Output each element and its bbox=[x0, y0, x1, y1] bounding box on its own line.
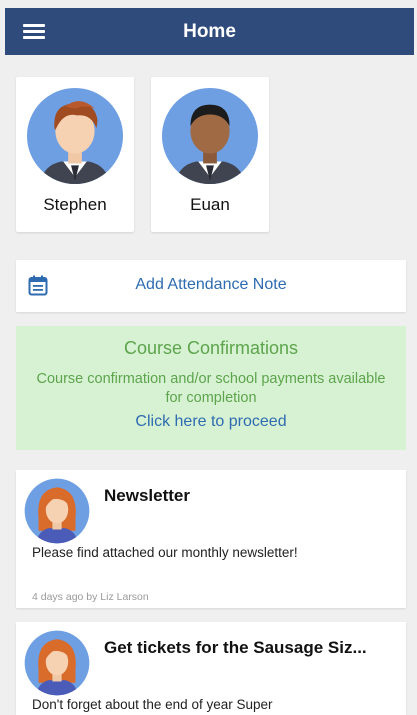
author-avatar bbox=[24, 478, 90, 544]
child-name: Stephen bbox=[43, 195, 107, 214]
post-body: Please find attached our monthly newslet… bbox=[32, 545, 298, 560]
post-body: Don't forget about the end of year Super bbox=[32, 697, 273, 712]
page-title: Home bbox=[183, 21, 236, 42]
child-name: Euan bbox=[190, 195, 230, 214]
course-confirmations-banner: Course Confirmations Course confirmation… bbox=[16, 326, 406, 450]
course-text: Course confirmation and/or school paymen… bbox=[36, 371, 386, 406]
child-avatar-stephen bbox=[26, 87, 124, 185]
course-title: Course Confirmations bbox=[123, 338, 299, 358]
post-meta: 4 days ago by Liz Larson bbox=[32, 591, 149, 603]
child-avatar-euan bbox=[161, 87, 259, 185]
news-post-sausage-sizzle[interactable]: Get tickets for the Sausage Siz... Don't… bbox=[16, 622, 406, 715]
post-title: Get tickets for the Sausage Siz... bbox=[104, 638, 367, 657]
post-title: Newsletter bbox=[104, 486, 190, 505]
author-avatar bbox=[24, 630, 90, 696]
news-post-newsletter[interactable]: Newsletter Please find attached our mont… bbox=[16, 470, 406, 608]
child-card-stephen[interactable]: Stephen bbox=[16, 77, 134, 232]
child-card-euan[interactable]: Euan bbox=[151, 77, 269, 232]
add-attendance-note-button[interactable]: Add Attendance Note bbox=[16, 260, 406, 312]
proceed-link[interactable]: Click here to proceed bbox=[16, 413, 406, 431]
attendance-label: Add Attendance Note bbox=[135, 276, 287, 293]
top-app-bar: Home bbox=[5, 8, 414, 55]
